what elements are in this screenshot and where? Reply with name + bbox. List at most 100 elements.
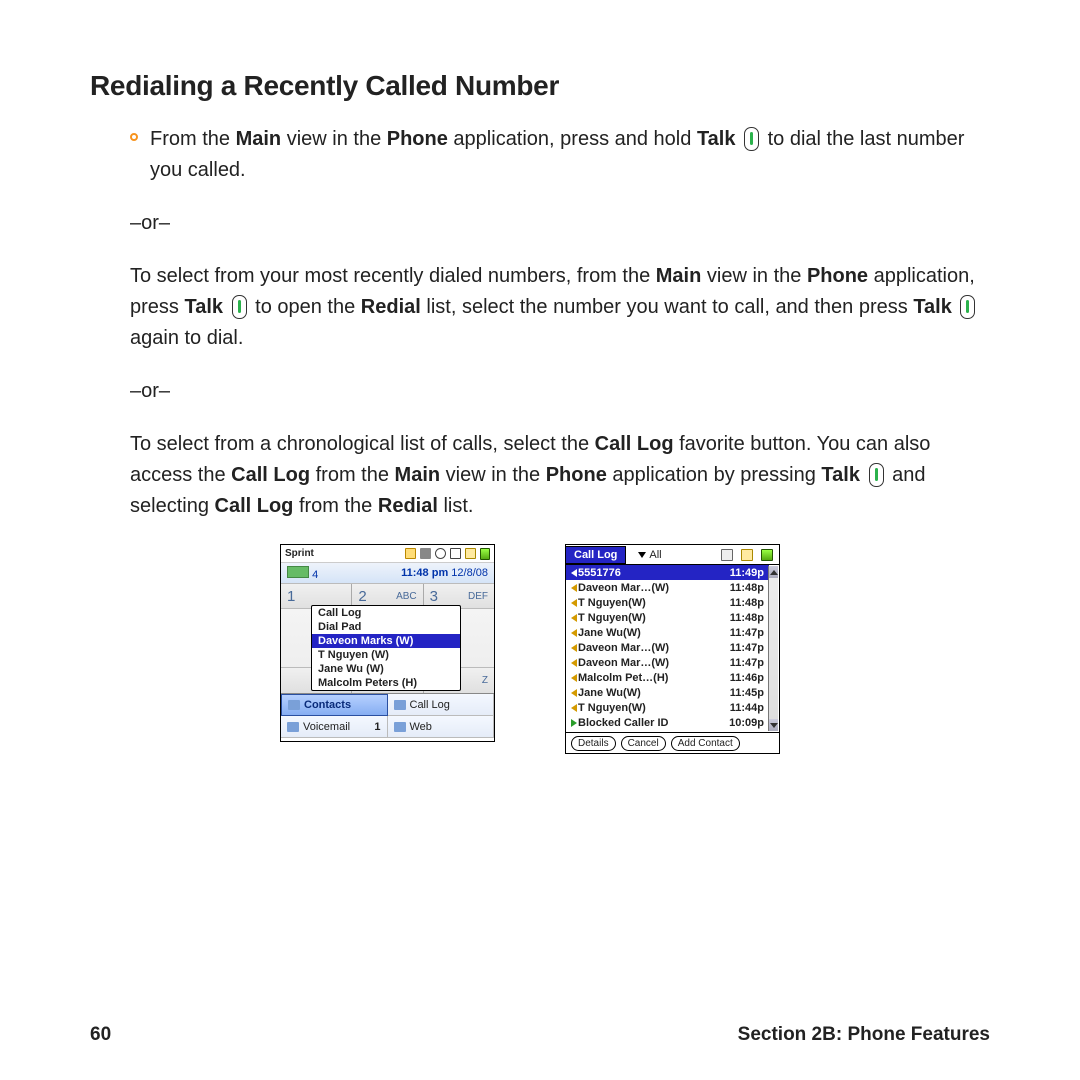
- cancel-button[interactable]: Cancel: [621, 736, 666, 751]
- paragraph-3: To select from a chronological list of c…: [130, 429, 990, 522]
- call-log-title: Call Log: [566, 546, 626, 564]
- bold: Main: [236, 128, 282, 150]
- talk-key-icon: [960, 295, 975, 319]
- paragraph-2: To select from your most recently dialed…: [130, 261, 990, 354]
- redial-item[interactable]: T Nguyen (W): [312, 648, 460, 662]
- scroll-up-icon[interactable]: [769, 566, 778, 578]
- text: view in the: [281, 128, 387, 150]
- bold: Redial: [361, 296, 421, 318]
- envelope-icon: [405, 548, 416, 559]
- status-bar: Sprint: [281, 545, 494, 563]
- call-log-row[interactable]: 555177611:49p: [566, 565, 769, 580]
- call-log-header: Call Log All: [566, 545, 779, 565]
- bullet-icon: [130, 133, 138, 141]
- add-contact-button[interactable]: Add Contact: [671, 736, 740, 751]
- bold: Talk: [913, 296, 952, 318]
- bullet-paragraph-1: From the Main view in the Phone applicat…: [130, 124, 990, 186]
- text: from the: [310, 464, 394, 486]
- favorite-icon: [394, 700, 406, 710]
- redial-item[interactable]: Dial Pad: [312, 620, 460, 634]
- battery-icon: [480, 548, 490, 560]
- call-log-row[interactable]: Malcolm Pet…(H)11:46p: [566, 670, 769, 685]
- scrollbar[interactable]: [768, 566, 778, 731]
- bold: Talk: [184, 296, 223, 318]
- call-log-row[interactable]: Daveon Mar…(W)11:47p: [566, 655, 769, 670]
- text: From the: [150, 128, 236, 150]
- call-log-row[interactable]: T Nguyen(W)11:48p: [566, 610, 769, 625]
- call-direction-icon: [571, 704, 577, 712]
- note-icon: [741, 549, 753, 561]
- call-log-buttons: Details Cancel Add Contact: [566, 732, 779, 753]
- talk-key-icon: [232, 295, 247, 319]
- phone-main-screenshot: Sprint 4 11:48 pm 12/8/08 12ABC3DEF Call…: [280, 544, 495, 742]
- details-button[interactable]: Details: [571, 736, 616, 751]
- clock-date: 12/8/08: [451, 567, 488, 579]
- bold: Call Log: [215, 495, 294, 517]
- call-log-row[interactable]: T Nguyen(W)11:44p: [566, 700, 769, 715]
- sound-off-icon: [721, 549, 733, 561]
- redial-item[interactable]: Call Log: [312, 606, 460, 620]
- talk-key-icon: [744, 127, 759, 151]
- call-direction-icon: [571, 674, 577, 682]
- redial-item[interactable]: Malcolm Peters (H): [312, 676, 460, 690]
- time-bar: 4 11:48 pm 12/8/08: [281, 563, 494, 583]
- redial-item[interactable]: Jane Wu (W): [312, 662, 460, 676]
- call-log-row[interactable]: Daveon Mar…(W)11:47p: [566, 640, 769, 655]
- bold: Phone: [546, 464, 607, 486]
- bold: Talk: [697, 128, 736, 150]
- or-separator: –or–: [130, 208, 990, 239]
- talk-key-icon: [869, 463, 884, 487]
- favorite-button[interactable]: Web: [388, 716, 495, 738]
- favorite-button[interactable]: Voicemail1: [281, 716, 388, 738]
- call-direction-icon: [571, 569, 577, 577]
- call-direction-icon: [571, 584, 577, 592]
- text: list.: [438, 495, 474, 517]
- call-log-row[interactable]: Daveon Mar…(W)11:48p: [566, 580, 769, 595]
- favorites-grid: ContactsCall LogVoicemail1Web: [281, 693, 494, 738]
- favorite-icon: [394, 722, 406, 732]
- text: To select from your most recently dialed…: [130, 265, 656, 287]
- call-direction-icon: [571, 644, 577, 652]
- favorite-icon: [288, 700, 300, 710]
- signal-count: 4: [312, 569, 318, 581]
- bold: Phone: [807, 265, 868, 287]
- filter-dropdown[interactable]: All: [638, 549, 661, 561]
- text: to open the: [255, 296, 361, 318]
- bold: Talk: [821, 464, 860, 486]
- text: list, select the number you want to call…: [421, 296, 913, 318]
- or-separator: –or–: [130, 376, 990, 407]
- call-log-row[interactable]: Blocked Caller ID10:09p: [566, 715, 769, 730]
- call-log-screenshot: Call Log All 555177611:49pDaveon Mar…(W)…: [565, 544, 780, 754]
- bold: Redial: [378, 495, 438, 517]
- page-number: 60: [90, 1024, 111, 1046]
- scroll-down-icon[interactable]: [769, 719, 778, 731]
- note-icon: [465, 548, 476, 559]
- call-direction-icon: [571, 719, 577, 727]
- call-log-row[interactable]: Jane Wu(W)11:47p: [566, 625, 769, 640]
- call-log-list: 555177611:49pDaveon Mar…(W)11:48pT Nguye…: [566, 565, 779, 730]
- section-heading: Redialing a Recently Called Number: [90, 70, 990, 102]
- status-icon: [420, 548, 431, 559]
- carrier-label: Sprint: [285, 548, 314, 559]
- call-direction-icon: [571, 659, 577, 667]
- text: view in the: [440, 464, 546, 486]
- call-direction-icon: [571, 629, 577, 637]
- text: from the: [293, 495, 377, 517]
- favorite-button[interactable]: Call Log: [388, 694, 495, 716]
- page-footer: 60 Section 2B: Phone Features: [90, 1024, 990, 1046]
- redial-item[interactable]: Daveon Marks (W): [312, 634, 460, 648]
- redial-popup: Call LogDial PadDaveon Marks (W)T Nguyen…: [311, 605, 461, 691]
- para1-text: From the Main view in the Phone applicat…: [150, 124, 990, 186]
- text: again to dial.: [130, 327, 243, 349]
- favorite-button[interactable]: Contacts: [281, 694, 388, 716]
- section-label: Section 2B: Phone Features: [738, 1024, 990, 1046]
- bold: Main: [395, 464, 441, 486]
- text: application, press and hold: [448, 128, 697, 150]
- favorite-icon: [287, 722, 299, 732]
- bold: Call Log: [231, 464, 310, 486]
- call-direction-icon: [571, 599, 577, 607]
- call-log-row[interactable]: Jane Wu(W)11:45p: [566, 685, 769, 700]
- call-log-row[interactable]: T Nguyen(W)11:48p: [566, 595, 769, 610]
- sound-off-icon: [450, 548, 461, 559]
- bold: Main: [656, 265, 702, 287]
